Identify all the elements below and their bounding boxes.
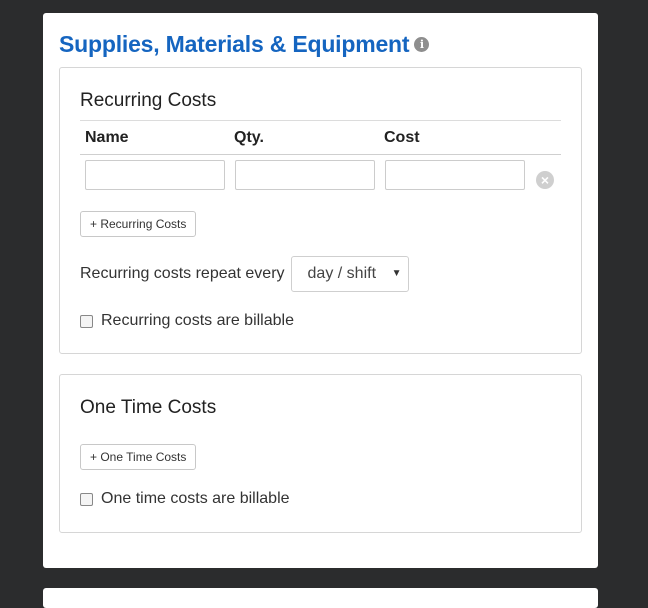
column-header-qty: Qty. [234,129,264,146]
column-header-cost: Cost [384,129,420,146]
recurring-billable-label: Recurring costs are billable [101,312,294,329]
column-header-name: Name [85,129,129,146]
repeat-row: Recurring costs repeat every day / shift… [80,255,409,293]
repeat-label: Recurring costs repeat every [80,265,285,282]
repeat-frequency-value: day / shift [307,265,377,282]
recurring-billable-checkbox[interactable] [80,314,93,328]
recurring-table-header: Name Qty. Cost [80,120,561,155]
recurring-name-input[interactable] [85,160,225,190]
info-icon[interactable]: i [414,37,430,52]
recurring-billable-row: Recurring costs are billable [80,312,294,330]
section-title-text: Supplies, Materials & Equipment [59,31,410,57]
caret-down-icon: ▼ [391,268,402,279]
supplies-card: Supplies, Materials & Equipment i Recurr… [43,13,598,568]
one-time-costs-title: One Time Costs [80,397,217,418]
recurring-costs-title: Recurring Costs [80,90,217,111]
next-card-edge [43,588,598,608]
one-time-billable-label: One time costs are billable [101,490,290,507]
repeat-frequency-select[interactable]: day / shift ▼ [290,256,409,292]
remove-row-icon[interactable]: × [536,171,554,189]
recurring-qty-input[interactable] [235,160,375,190]
section-title: Supplies, Materials & Equipment i [59,31,430,58]
recurring-cost-input[interactable] [385,160,525,190]
one-time-billable-checkbox[interactable] [80,492,93,506]
one-time-costs-panel: One Time Costs + One Time Costs One time… [59,374,582,533]
add-one-time-cost-button[interactable]: + One Time Costs [80,444,197,470]
add-recurring-cost-button[interactable]: + Recurring Costs [80,211,197,237]
one-time-billable-row: One time costs are billable [80,490,290,508]
recurring-costs-panel: Recurring Costs Name Qty. Cost × + Recur… [59,67,582,354]
